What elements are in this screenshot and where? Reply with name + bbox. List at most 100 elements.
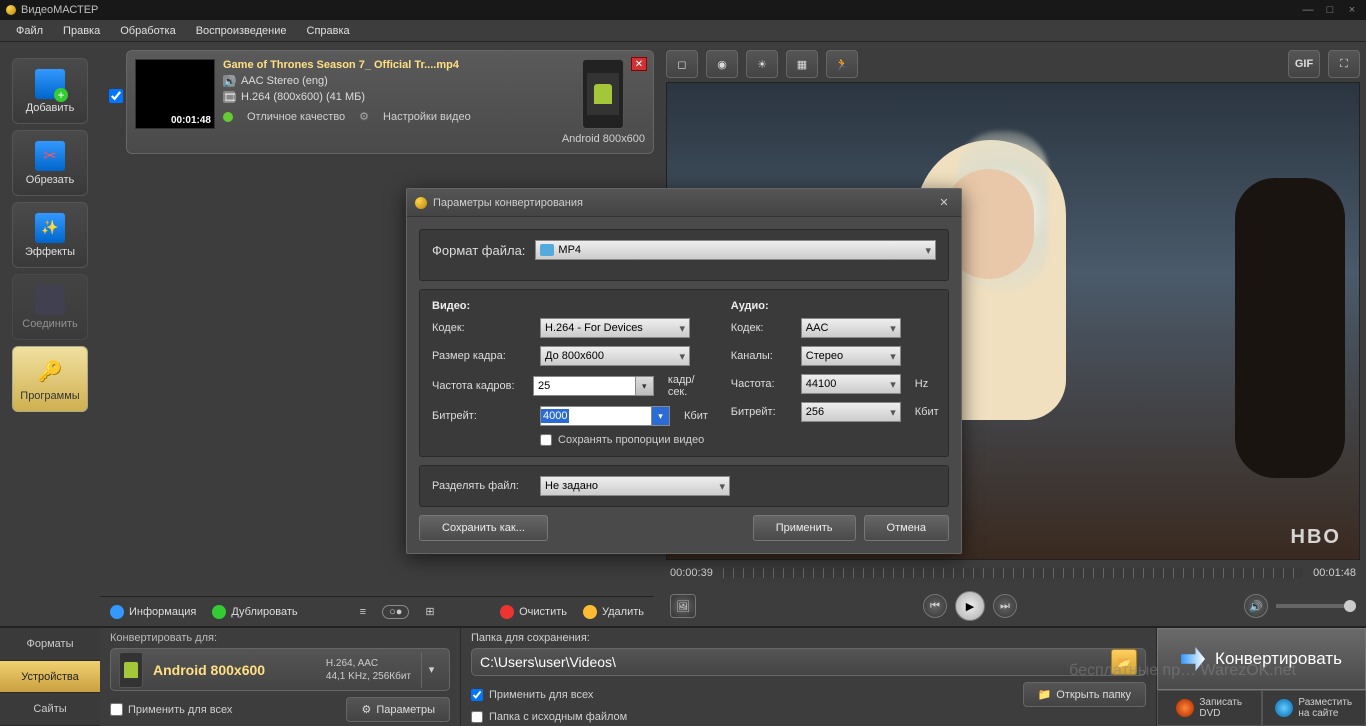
dialog-logo-icon bbox=[415, 197, 427, 209]
video-codec-dropdown[interactable]: H.264 - For Devices▾ bbox=[540, 318, 690, 338]
convert-button[interactable]: Конвертировать bbox=[1157, 628, 1366, 690]
apply-all-checkbox[interactable]: Применить для всех bbox=[110, 703, 232, 716]
view-list-icon[interactable]: ≡ bbox=[360, 606, 366, 618]
cancel-button[interactable]: Отмена bbox=[864, 515, 949, 541]
window-minimize-button[interactable]: — bbox=[1300, 4, 1316, 16]
fullscreen-button[interactable]: ⛶ bbox=[1328, 50, 1360, 78]
audio-freq-dropdown[interactable]: 44100▾ bbox=[801, 374, 901, 394]
format-selector[interactable]: Android 800x600 H.264, AAC 44,1 KHz, 256… bbox=[110, 648, 450, 691]
delete-icon bbox=[583, 605, 597, 619]
format-name: Android 800x600 bbox=[153, 662, 316, 678]
file-thumbnail: 00:01:48 bbox=[135, 59, 215, 129]
left-sidebar: + Добавить ✂ Обрезать ✨ Эффекты Соединит… bbox=[0, 42, 100, 626]
menu-file[interactable]: Файл bbox=[6, 22, 53, 40]
frame-size-dropdown[interactable]: До 800x600▾ bbox=[540, 346, 690, 366]
timeline-slider[interactable] bbox=[723, 568, 1303, 578]
apply-button[interactable]: Применить bbox=[753, 515, 856, 541]
join-icon bbox=[35, 285, 65, 315]
split-file-dropdown[interactable]: Не задано▾ bbox=[540, 476, 730, 496]
brightness-button[interactable]: ☀ bbox=[746, 50, 778, 78]
params-button[interactable]: ⚙Параметры bbox=[346, 697, 450, 722]
time-total: 00:01:48 bbox=[1313, 567, 1356, 579]
folder-selector[interactable]: C:\Users\user\Videos\ 📂 bbox=[471, 648, 1146, 676]
menu-playback[interactable]: Воспроизведение bbox=[186, 22, 297, 40]
file-format-dropdown[interactable]: MP4 ▾ bbox=[535, 240, 936, 260]
capture-frame-button[interactable]: 🖼 bbox=[670, 594, 696, 618]
file-video-info: H.264 (800x600) (41 МБ) bbox=[241, 91, 365, 103]
snapshot-button[interactable]: ◉ bbox=[706, 50, 738, 78]
file-settings-link[interactable]: Настройки видео bbox=[383, 111, 471, 123]
next-button[interactable]: ⏭ bbox=[993, 594, 1017, 618]
bottom-panel: Форматы Устройства Сайты Конвертировать … bbox=[0, 626, 1366, 726]
file-remove-button[interactable]: ✕ bbox=[631, 57, 647, 71]
clear-icon bbox=[500, 605, 514, 619]
fps-input[interactable]: 25▾ bbox=[533, 376, 654, 396]
frame-tool-button[interactable]: ▦ bbox=[786, 50, 818, 78]
sidebar-join-button[interactable]: Соединить bbox=[12, 274, 88, 340]
menu-edit[interactable]: Правка bbox=[53, 22, 110, 40]
tab-devices[interactable]: Устройства bbox=[0, 661, 100, 694]
video-icon: 🎞 bbox=[223, 91, 235, 103]
audio-channels-dropdown[interactable]: Стерео▾ bbox=[801, 346, 901, 366]
audio-codec-dropdown[interactable]: AAC▾ bbox=[801, 318, 901, 338]
programs-icon: 🔑 bbox=[35, 357, 65, 387]
view-toggle-icon[interactable]: ○● bbox=[382, 605, 409, 619]
convert-for-label: Конвертировать для: bbox=[110, 632, 450, 644]
add-file-icon: + bbox=[35, 69, 65, 99]
window-close-button[interactable]: × bbox=[1344, 4, 1360, 16]
file-target: Android 800x600 bbox=[562, 133, 645, 145]
dialog-close-button[interactable]: ✕ bbox=[935, 195, 953, 211]
menu-help[interactable]: Справка bbox=[297, 22, 360, 40]
sidebar-programs-button[interactable]: 🔑 Программы bbox=[12, 346, 88, 412]
gear-icon: ⚙ bbox=[359, 110, 369, 123]
speed-button[interactable]: 🏃 bbox=[826, 50, 858, 78]
duplicate-button[interactable]: Дублировать bbox=[212, 605, 297, 619]
folder-label: Папка для сохранения: bbox=[471, 632, 1146, 644]
info-button[interactable]: Информация bbox=[110, 605, 196, 619]
apply-all-folder-checkbox[interactable]: Применить для всех bbox=[471, 689, 593, 701]
cut-icon: ✂ bbox=[35, 141, 65, 171]
open-folder-text-button[interactable]: 📁Открыть папку bbox=[1023, 682, 1146, 707]
source-folder-checkbox[interactable]: Папка с исходным файлом bbox=[471, 711, 1146, 723]
audio-bitrate-dropdown[interactable]: 256▾ bbox=[801, 402, 901, 422]
format-dropdown-button[interactable]: ▾ bbox=[421, 652, 441, 688]
audio-icon: 🔊 bbox=[223, 75, 235, 87]
sidebar-add-button[interactable]: + Добавить bbox=[12, 58, 88, 124]
volume-slider[interactable] bbox=[1276, 604, 1356, 608]
keep-aspect-checkbox[interactable]: Сохранять пропорции видео bbox=[540, 434, 711, 446]
burn-dvd-button[interactable]: ЗаписатьDVD bbox=[1157, 690, 1262, 726]
video-bitrate-input[interactable]: 4000▾ bbox=[540, 406, 670, 426]
info-icon bbox=[110, 605, 124, 619]
gear-icon: ⚙ bbox=[361, 703, 371, 716]
menubar: Файл Правка Обработка Воспроизведение Сп… bbox=[0, 20, 1366, 42]
sidebar-cut-button[interactable]: ✂ Обрезать bbox=[12, 130, 88, 196]
tab-sites[interactable]: Сайты bbox=[0, 693, 100, 726]
prev-button[interactable]: ⏮ bbox=[923, 594, 947, 618]
sidebar-effects-button[interactable]: ✨ Эффекты bbox=[12, 202, 88, 268]
volume-button[interactable]: 🔊 bbox=[1244, 594, 1268, 618]
dvd-icon bbox=[1176, 699, 1194, 717]
open-folder-button[interactable]: 📂 bbox=[1111, 649, 1137, 675]
clear-button[interactable]: Очистить bbox=[500, 605, 567, 619]
tab-formats[interactable]: Форматы bbox=[0, 628, 100, 661]
view-grid-icon[interactable]: ⊞ bbox=[425, 605, 434, 618]
publish-button[interactable]: Разместитьна сайте bbox=[1262, 690, 1366, 726]
conversion-params-dialog: Параметры конвертирования ✕ Формат файла… bbox=[406, 188, 962, 554]
file-format-label: Формат файла: bbox=[432, 243, 525, 258]
gif-button[interactable]: GIF bbox=[1288, 50, 1320, 78]
target-device-icon bbox=[582, 59, 624, 129]
crop-tool-button[interactable]: ◻ bbox=[666, 50, 698, 78]
play-button[interactable]: ▶ bbox=[955, 591, 985, 621]
save-as-button[interactable]: Сохранить как... bbox=[419, 515, 548, 541]
effects-icon: ✨ bbox=[35, 213, 65, 243]
menu-processing[interactable]: Обработка bbox=[110, 22, 185, 40]
file-quality: Отличное качество bbox=[247, 111, 345, 123]
titlebar: ВидеоМАСТЕР — □ × bbox=[0, 0, 1366, 20]
delete-button[interactable]: Удалить bbox=[583, 605, 644, 619]
time-current: 00:00:39 bbox=[670, 567, 713, 579]
file-item[interactable]: 00:01:48 Game of Thrones Season 7_ Offic… bbox=[126, 50, 654, 154]
file-audio-info: AAC Stereo (eng) bbox=[241, 75, 328, 87]
file-duration: 00:01:48 bbox=[171, 115, 211, 126]
window-maximize-button[interactable]: □ bbox=[1322, 4, 1338, 16]
file-checkbox[interactable] bbox=[109, 89, 123, 103]
